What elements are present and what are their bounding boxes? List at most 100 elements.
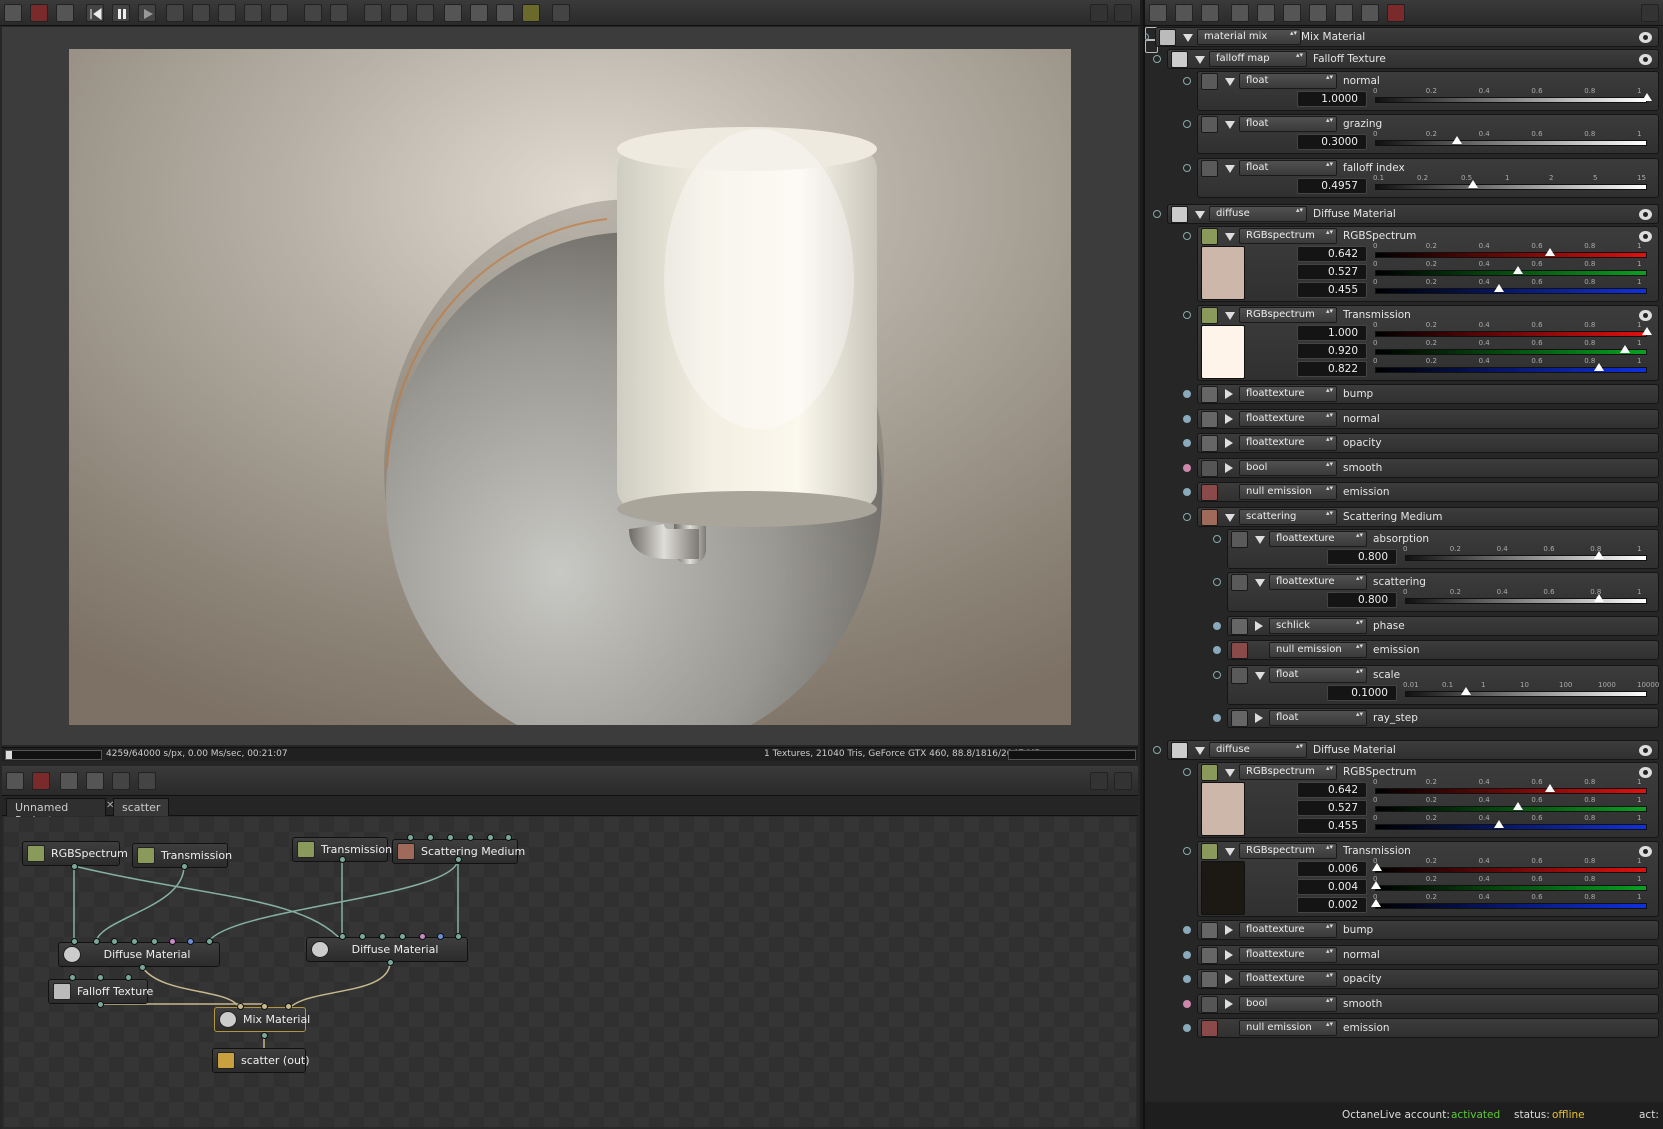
node-pin[interactable] — [71, 938, 78, 945]
value-field[interactable]: 0.002 — [1297, 897, 1367, 913]
expand-icon[interactable] — [1225, 389, 1233, 399]
node-fullscreen-icon[interactable] — [1114, 772, 1132, 790]
collapse-icon[interactable] — [1183, 34, 1193, 42]
load-icon[interactable] — [60, 772, 78, 790]
param-type-select[interactable]: float — [1269, 710, 1367, 726]
float-texture-icon[interactable] — [1201, 947, 1218, 964]
value-field[interactable]: 1.0000 — [1297, 91, 1367, 107]
value-slider[interactable]: 0 0.2 0.4 0.6 0.8 1 — [1403, 588, 1647, 606]
node-pin[interactable] — [139, 964, 146, 971]
viewport-lock-icon[interactable] — [330, 4, 348, 22]
region-icon[interactable] — [192, 4, 210, 22]
node-pin[interactable] — [69, 974, 76, 981]
collapse-icon[interactable] — [1225, 78, 1235, 86]
value-slider[interactable]: 0 0.2 0.4 0.6 0.8 1 — [1370, 893, 1647, 911]
camera-icon[interactable] — [1257, 4, 1275, 22]
node-pin[interactable] — [387, 959, 394, 966]
node-pin[interactable] — [237, 1003, 244, 1010]
expand-icon[interactable] — [1255, 621, 1263, 631]
rgb-texture-icon[interactable] — [1201, 228, 1218, 245]
float-param-type-select[interactable]: floattexture — [1269, 531, 1367, 547]
expand-icon[interactable] — [1225, 974, 1233, 984]
param-type-select[interactable]: null emission — [1239, 484, 1337, 500]
rgb-param-type-select[interactable]: RGBspectrum — [1239, 228, 1337, 244]
float-texture-icon[interactable] — [1201, 971, 1218, 988]
visibility-eye-icon[interactable] — [1639, 745, 1652, 756]
node-pin[interactable] — [359, 933, 366, 940]
node-diffuse-material-2[interactable]: Diffuse Material — [306, 937, 468, 962]
null-emission-icon[interactable] — [1201, 484, 1218, 501]
expand-icon[interactable] — [1225, 463, 1233, 473]
node-pin[interactable] — [427, 834, 434, 841]
visibility-eye-icon[interactable] — [1639, 54, 1652, 65]
collapse-icon[interactable] — [1195, 211, 1205, 219]
value-slider[interactable]: 0 0.2 0.4 0.6 0.8 1 — [1373, 796, 1647, 814]
rgb-texture-icon[interactable] — [1201, 764, 1218, 781]
collapse-icon[interactable] — [1195, 56, 1205, 64]
collapse-icon[interactable] — [1225, 121, 1235, 129]
color-swatch[interactable] — [1201, 861, 1245, 915]
float-texture-icon[interactable] — [1201, 922, 1218, 939]
pin-dot[interactable] — [1183, 164, 1191, 172]
diffuse-2-type-select[interactable]: diffuse — [1209, 742, 1307, 758]
param-type-select[interactable]: floattexture — [1239, 947, 1337, 963]
expand-icon[interactable] — [1225, 950, 1233, 960]
node-pin[interactable] — [169, 938, 176, 945]
float-texture-icon[interactable] — [1201, 411, 1218, 428]
pause-icon[interactable] — [112, 4, 130, 22]
pin-dot[interactable] — [1183, 415, 1191, 423]
collapse-icon[interactable] — [1225, 514, 1235, 522]
value-field[interactable]: 0.822 — [1297, 361, 1367, 377]
falloff-type-select[interactable]: falloff map — [1209, 51, 1307, 67]
pin-dot[interactable] — [1213, 578, 1221, 586]
value-field[interactable]: 0.800 — [1327, 549, 1397, 565]
node-graph[interactable]: RGBSpectrum Transmission Transmission Sc… — [4, 817, 1136, 1127]
float-texture-icon[interactable] — [1201, 116, 1218, 133]
recenter-button[interactable] — [56, 4, 74, 22]
node-pin[interactable] — [125, 974, 132, 981]
diffuse-1-type-select[interactable]: diffuse — [1209, 206, 1307, 222]
float-param-type-select[interactable]: float — [1239, 73, 1337, 89]
pin-dot[interactable] — [1183, 464, 1191, 472]
param-type-select[interactable]: schlick — [1269, 618, 1367, 634]
image-texture-icon[interactable] — [1231, 4, 1249, 22]
visibility-eye-icon[interactable] — [1639, 209, 1652, 220]
node-graph-icon[interactable] — [6, 772, 24, 790]
value-slider[interactable]: 0 0.2 0.4 0.6 0.8 1 — [1373, 87, 1652, 105]
param-type-select[interactable]: floattexture — [1239, 922, 1337, 938]
expand-icon[interactable] — [1225, 925, 1233, 935]
value-field[interactable]: 0.527 — [1297, 264, 1367, 280]
float-texture-icon[interactable] — [1231, 710, 1248, 727]
lock-view-icon[interactable] — [304, 4, 322, 22]
tab-unnamed-project[interactable]: Unnamed Project — [6, 798, 106, 827]
node-pin[interactable] — [97, 974, 104, 981]
collapse-icon[interactable] — [1225, 312, 1235, 320]
pin-dot[interactable] — [1183, 232, 1191, 240]
rgb-texture-icon[interactable] — [1201, 843, 1218, 860]
collapse-icon[interactable] — [1195, 747, 1205, 755]
param-type-select[interactable]: null emission — [1239, 1020, 1337, 1036]
node-rgbspectrum[interactable]: RGBSpectrum — [22, 841, 128, 866]
rgb-texture-icon[interactable] — [1201, 307, 1218, 324]
value-field[interactable]: 0.455 — [1297, 282, 1367, 298]
node-pin[interactable] — [455, 856, 462, 863]
scattering-medium-type-select[interactable]: scattering — [1239, 509, 1337, 525]
node-pin[interactable] — [181, 863, 188, 870]
material-sphere-icon[interactable] — [1159, 29, 1176, 46]
null-emission-icon[interactable] — [1231, 642, 1248, 659]
node-pin[interactable] — [131, 938, 138, 945]
value-slider[interactable]: 0.1 0.2 0.5 1 2 5 15 — [1373, 174, 1647, 192]
value-field[interactable]: 0.1000 — [1327, 685, 1397, 701]
value-field[interactable]: 0.920 — [1297, 343, 1367, 359]
lock-icon[interactable] — [552, 4, 570, 22]
expand-icon[interactable] — [1255, 713, 1263, 723]
value-slider[interactable]: 0 0.2 0.4 0.6 0.8 1 — [1371, 857, 1647, 875]
visibility-eye-icon[interactable] — [1639, 846, 1652, 857]
color-swatch[interactable] — [1201, 246, 1245, 300]
float-param-type-select[interactable]: float — [1239, 160, 1337, 176]
expand-icon[interactable] — [1225, 999, 1233, 1009]
value-slider[interactable]: 0 0.2 0.4 0.6 0.8 1 — [1373, 814, 1647, 832]
pin-dot[interactable] — [1183, 951, 1191, 959]
kernel-icon[interactable] — [1283, 4, 1301, 22]
value-field[interactable]: 0.4957 — [1297, 178, 1367, 194]
